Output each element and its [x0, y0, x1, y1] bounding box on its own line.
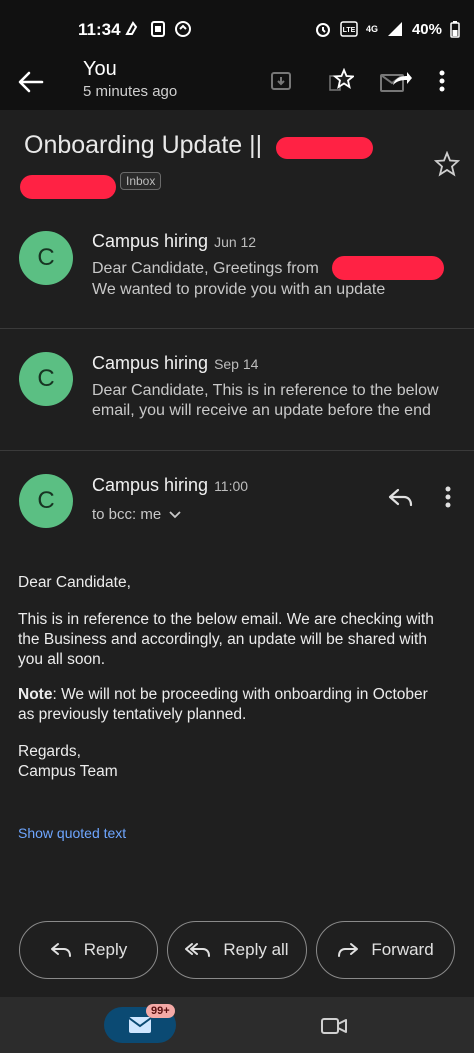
divider	[0, 450, 474, 451]
more-options-button[interactable]	[432, 67, 452, 95]
battery-percent: 40%	[411, 20, 442, 38]
body-regards: Regards,	[18, 743, 81, 760]
reply-icon	[50, 943, 71, 957]
inbox-label-badge[interactable]: Inbox	[120, 172, 162, 190]
divider	[0, 328, 474, 329]
body-signature: Campus Team	[18, 763, 118, 780]
app-bar-subtitle: 5 minutes ago	[83, 83, 178, 100]
redaction-mark	[332, 256, 444, 280]
forward-mail-button[interactable]	[378, 67, 414, 95]
recipient-details[interactable]: to bcc: me	[92, 506, 181, 523]
avatar: C	[19, 231, 73, 285]
body-greeting: Dear Candidate,	[18, 574, 131, 591]
reply-all-icon	[185, 943, 211, 957]
alarm-icon	[315, 23, 330, 37]
app-notification-icon	[125, 21, 138, 35]
battery-icon	[450, 21, 460, 38]
volte-icon: LTE	[340, 21, 358, 37]
more-vert-icon	[439, 70, 445, 92]
reply-label: Reply	[83, 940, 128, 959]
recipient-text: to bcc: me	[92, 506, 162, 523]
mail-icon	[128, 1017, 152, 1033]
message-snippet: email, you will receive an update before…	[92, 402, 431, 419]
bottom-navigation	[0, 997, 474, 1053]
svg-text:LTE: LTE	[343, 27, 356, 34]
star-outline-icon	[329, 68, 354, 91]
signal-icon	[387, 22, 402, 36]
note-label: Note	[18, 686, 53, 703]
message-header: Campus hiring 11:00	[92, 475, 248, 496]
more-vert-icon[interactable]	[445, 486, 451, 508]
status-notification-icons	[124, 20, 192, 38]
archive-icon	[271, 72, 291, 90]
status-time: 11:34	[78, 20, 121, 39]
video-camera-icon[interactable]	[320, 1016, 348, 1036]
archive-button[interactable]	[266, 67, 296, 95]
avatar: C	[19, 474, 73, 528]
back-arrow-icon[interactable]	[16, 70, 44, 94]
message-snippet: Dear Candidate, This is in reference to …	[92, 382, 439, 399]
app-bar-title: You	[83, 58, 117, 80]
note-text: : We will not be proceeding with onboard…	[18, 686, 428, 723]
sim-icon	[151, 21, 165, 37]
body-note: Note: We will not be proceeding with onb…	[18, 685, 428, 725]
reply-icon[interactable]	[388, 488, 414, 508]
status-system-icons: LTE 4G 40%	[314, 20, 460, 38]
unread-count-badge: 99+	[146, 1004, 175, 1018]
forward-button[interactable]: Forward	[316, 921, 455, 979]
message-time: 11:00	[214, 478, 249, 494]
reply-button[interactable]: Reply	[19, 921, 158, 979]
sender-name: Campus hiring	[92, 231, 209, 251]
reply-all-label: Reply all	[223, 940, 289, 959]
redaction-mark	[276, 137, 373, 159]
sync-icon	[175, 21, 191, 37]
message-snippet: Dear Candidate, Greetings from	[92, 260, 319, 277]
avatar: C	[19, 352, 73, 406]
message-header: Campus hiring Jun 12	[92, 231, 256, 252]
sender-name: Campus hiring	[92, 475, 209, 495]
forward-label: Forward	[371, 940, 434, 959]
body-paragraph: This is in reference to the below email.…	[18, 611, 434, 668]
add-to-tasks-button[interactable]	[326, 67, 356, 95]
chevron-down-icon	[169, 510, 181, 518]
message-snippet: We wanted to provide you with an update	[92, 281, 386, 298]
reply-all-button[interactable]: Reply all	[167, 921, 307, 979]
star-icon[interactable]	[434, 151, 460, 177]
show-quoted-text-link[interactable]: Show quoted text	[18, 825, 126, 841]
forward-mail-icon	[380, 72, 412, 92]
forward-icon	[338, 943, 359, 957]
message-date: Jun 12	[214, 234, 257, 250]
message-date: Sep 14	[214, 356, 259, 372]
network-type: 4G	[365, 24, 378, 34]
redaction-mark	[20, 175, 116, 199]
sender-name: Campus hiring	[92, 353, 209, 373]
message-header: Campus hiring Sep 14	[92, 353, 258, 374]
